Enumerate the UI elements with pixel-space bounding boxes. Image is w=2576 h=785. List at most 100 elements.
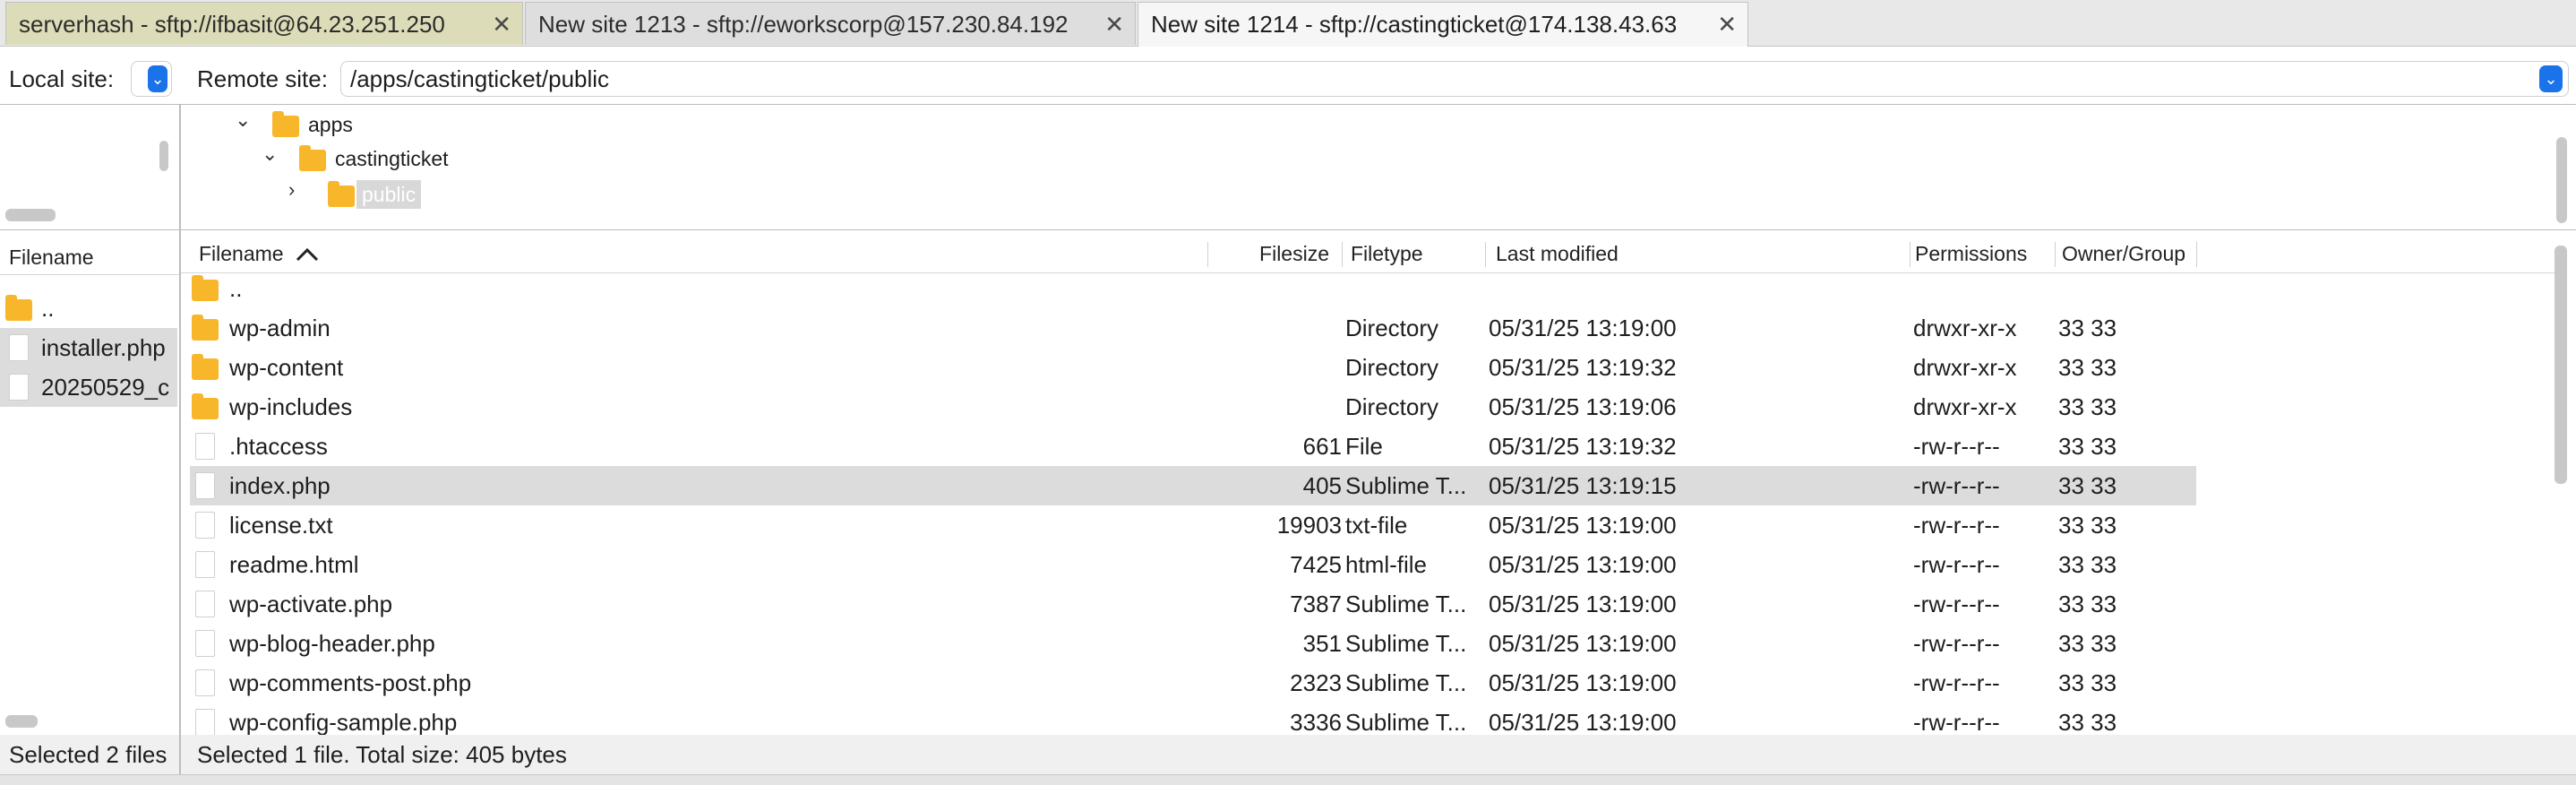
file-owner: 33 33 xyxy=(2058,630,2117,657)
local-file-list[interactable]: Filename .. installer.php 20250529_c xyxy=(0,237,179,735)
file-type: Sublime T... xyxy=(1345,669,1467,696)
tab-bar: serverhash - sftp://ifbasit@64.23.251.25… xyxy=(0,0,2576,47)
tab-serverhash[interactable]: serverhash - sftp://ifbasit@64.23.251.25… xyxy=(5,2,523,45)
file-name: 20250529_c xyxy=(41,374,170,401)
file-permissions: -rw-r--r-- xyxy=(1913,591,2000,617)
close-icon[interactable]: ✕ xyxy=(1717,3,1737,46)
file-type: txt-file xyxy=(1345,512,1408,539)
chevron-down-icon[interactable]: ⌄ xyxy=(262,142,278,166)
scrollbar[interactable] xyxy=(5,209,56,221)
file-type: Sublime T... xyxy=(1345,709,1467,735)
table-row[interactable]: wp-content Directory 05/31/25 13:19:32 d… xyxy=(190,348,2196,387)
local-site-combo[interactable]: ⌄ xyxy=(131,61,172,97)
tab-site-1213[interactable]: New site 1213 - sftp://eworkscorp@157.23… xyxy=(525,2,1136,45)
file-permissions: drwxr-xr-x xyxy=(1913,354,2017,381)
table-row[interactable]: wp-activate.php 7387 Sublime T... 05/31/… xyxy=(190,584,2196,624)
table-row[interactable]: .htaccess 661 File 05/31/25 13:19:32 -rw… xyxy=(190,427,2196,466)
folder-icon xyxy=(5,295,32,321)
file-size: 7425 xyxy=(1290,551,1342,578)
remote-path-combo[interactable]: /apps/castingticket/public ⌄ xyxy=(340,61,2569,97)
header-label: Filename xyxy=(199,242,284,265)
tab-label: New site 1214 - sftp://castingticket@174… xyxy=(1151,11,1678,38)
scrollbar[interactable] xyxy=(2556,137,2567,223)
file-modified: 05/31/25 13:19:00 xyxy=(1489,315,1677,341)
file-name: wp-activate.php xyxy=(229,591,393,617)
file-modified: 05/31/25 13:19:15 xyxy=(1489,472,1677,499)
file-icon xyxy=(195,591,215,617)
remote-site-bar: Remote site: xyxy=(197,54,349,104)
table-row[interactable]: wp-config-sample.php 3336 Sublime T... 0… xyxy=(190,703,2196,735)
file-permissions: -rw-r--r-- xyxy=(1913,551,2000,578)
file-name: wp-config-sample.php xyxy=(229,709,458,735)
tree-item-apps[interactable]: apps xyxy=(308,108,353,141)
table-row[interactable]: .. xyxy=(190,269,2196,308)
close-icon[interactable]: ✕ xyxy=(492,3,511,46)
column-header-filesize[interactable]: Filesize xyxy=(1209,237,1329,271)
chevron-right-icon[interactable]: › xyxy=(288,178,295,202)
column-header-permissions[interactable]: Permissions xyxy=(1915,237,2027,271)
file-name: .. xyxy=(41,295,55,322)
chevron-down-icon[interactable]: ⌄ xyxy=(2539,65,2563,92)
table-row[interactable]: wp-includes Directory 05/31/25 13:19:06 … xyxy=(190,387,2196,427)
chevron-down-icon[interactable]: ⌄ xyxy=(235,108,251,132)
column-header-owner-group[interactable]: Owner/Group xyxy=(2062,237,2185,271)
file-size: 405 xyxy=(1302,472,1342,499)
file-permissions: drwxr-xr-x xyxy=(1913,393,2017,420)
column-header-filetype[interactable]: Filetype xyxy=(1351,237,1423,271)
file-name: wp-blog-header.php xyxy=(229,630,435,657)
column-header-last-modified[interactable]: Last modified xyxy=(1496,237,1619,271)
file-type: html-file xyxy=(1345,551,1428,578)
remote-path-input[interactable]: /apps/castingticket/public xyxy=(350,65,609,92)
scrollbar[interactable] xyxy=(5,715,38,728)
tab-label: New site 1213 - sftp://eworkscorp@157.23… xyxy=(538,11,1069,38)
folder-icon xyxy=(299,145,326,171)
table-row[interactable]: license.txt 19903 txt-file 05/31/25 13:1… xyxy=(190,505,2196,545)
table-row-selected[interactable]: index.php 405 Sublime T... 05/31/25 13:1… xyxy=(190,466,2196,505)
file-owner: 33 33 xyxy=(2058,669,2117,696)
file-owner: 33 33 xyxy=(2058,551,2117,578)
list-item[interactable]: .. xyxy=(0,289,177,328)
list-item[interactable]: installer.php xyxy=(0,328,177,367)
tree-item-public[interactable]: public xyxy=(356,180,422,209)
tab-label: serverhash - sftp://ifbasit@64.23.251.25… xyxy=(19,11,445,38)
folder-icon xyxy=(192,275,219,301)
scrollbar[interactable] xyxy=(2555,246,2567,484)
file-name: wp-admin xyxy=(229,315,331,341)
table-row[interactable]: wp-blog-header.php 351 Sublime T... 05/3… xyxy=(190,624,2196,663)
table-row[interactable]: wp-admin Directory 05/31/25 13:19:00 drw… xyxy=(190,308,2196,348)
bottom-edge xyxy=(0,774,2576,785)
table-row[interactable]: wp-comments-post.php 2323 Sublime T... 0… xyxy=(190,663,2196,703)
folder-icon xyxy=(192,393,219,419)
local-site-label: Local site: xyxy=(9,65,115,92)
column-header-filename[interactable]: Filename xyxy=(9,240,94,274)
folder-icon xyxy=(272,111,299,137)
column-header-filename[interactable]: Filename xyxy=(199,237,319,271)
file-icon xyxy=(9,334,29,361)
remote-tree[interactable]: ⌄ apps ⌄ castingticket › public xyxy=(181,105,2576,230)
list-item[interactable]: 20250529_c xyxy=(0,367,177,407)
local-tree[interactable] xyxy=(0,105,179,230)
file-size: 661 xyxy=(1302,433,1342,460)
file-name: index.php xyxy=(229,472,331,499)
file-name: license.txt xyxy=(229,512,333,539)
file-permissions: -rw-r--r-- xyxy=(1913,630,2000,657)
scrollbar[interactable] xyxy=(159,141,168,171)
file-icon xyxy=(195,630,215,657)
separator xyxy=(181,229,2576,230)
file-modified: 05/31/25 13:19:00 xyxy=(1489,551,1677,578)
file-owner: 33 33 xyxy=(2058,354,2117,381)
chevron-down-icon[interactable]: ⌄ xyxy=(148,65,167,92)
file-icon xyxy=(195,551,215,578)
file-type: Directory xyxy=(1345,354,1439,381)
sort-ascending-icon xyxy=(296,247,319,262)
file-name: installer.php xyxy=(41,334,166,361)
tab-site-1214[interactable]: New site 1214 - sftp://castingticket@174… xyxy=(1138,2,1748,47)
file-modified: 05/31/25 13:19:06 xyxy=(1489,393,1677,420)
file-permissions: drwxr-xr-x xyxy=(1913,315,2017,341)
file-icon xyxy=(195,472,215,499)
separator xyxy=(0,229,179,230)
close-icon[interactable]: ✕ xyxy=(1104,3,1124,46)
tree-item-castingticket[interactable]: castingticket xyxy=(335,142,449,175)
file-size: 19903 xyxy=(1276,512,1342,539)
table-row[interactable]: readme.html 7425 html-file 05/31/25 13:1… xyxy=(190,545,2196,584)
